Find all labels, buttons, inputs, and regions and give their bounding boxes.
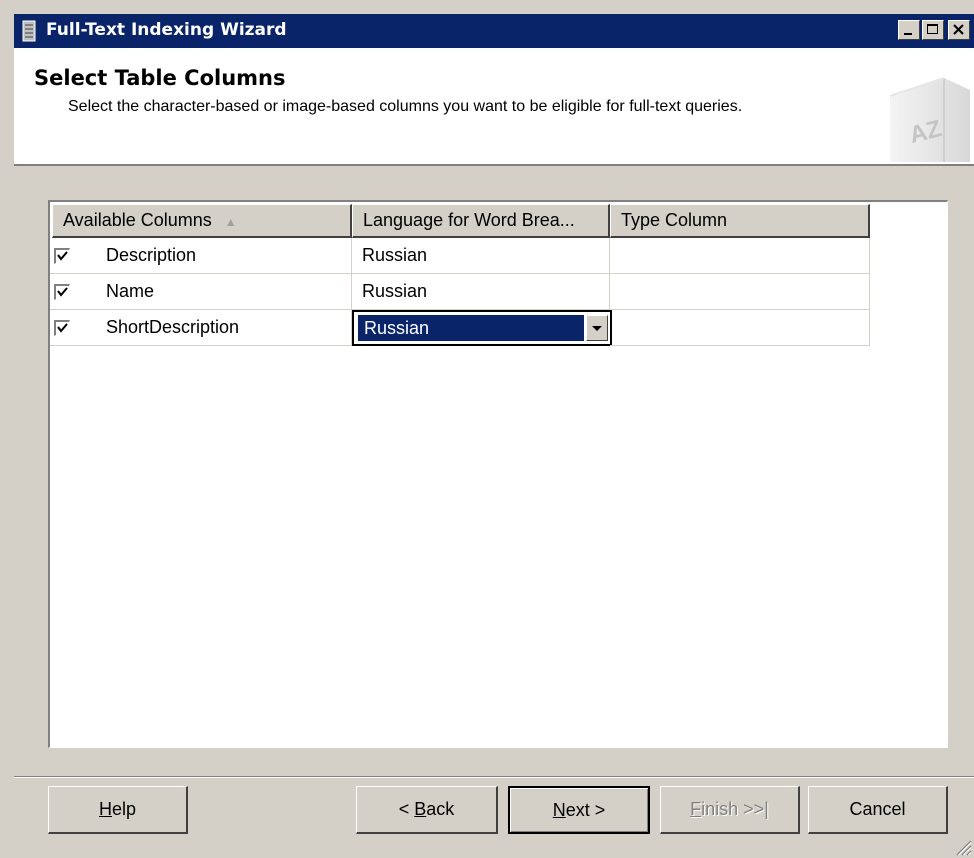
column-header-type-column[interactable]: Type Column bbox=[610, 204, 870, 238]
column-name: ShortDescription bbox=[106, 317, 240, 337]
table-row[interactable]: Description Russian bbox=[50, 238, 870, 274]
back-button-label: < Back bbox=[398, 799, 455, 819]
page-description: Select the character-based or image-base… bbox=[68, 98, 743, 115]
column-header-language[interactable]: Language for Word Brea... bbox=[352, 204, 610, 238]
checkmark-icon bbox=[57, 287, 68, 297]
maximize-button[interactable] bbox=[922, 20, 944, 40]
type-column-cell[interactable] bbox=[610, 238, 870, 274]
cancel-button[interactable]: Cancel bbox=[808, 786, 948, 834]
close-icon bbox=[953, 24, 964, 35]
az-book-icon: AZ bbox=[889, 77, 970, 162]
footer-divider bbox=[14, 776, 974, 778]
page-title: Select Table Columns bbox=[34, 66, 286, 90]
available-column-cell: Name bbox=[50, 274, 352, 310]
language-cell[interactable]: Russian bbox=[352, 274, 610, 310]
table-row[interactable]: Name Russian bbox=[50, 274, 870, 310]
checkmark-icon bbox=[57, 251, 68, 261]
next-button-label: Next > bbox=[552, 800, 606, 820]
finish-button[interactable]: Finish >>| bbox=[660, 786, 800, 834]
wizard-header: Select Table Columns Select the characte… bbox=[14, 48, 974, 166]
title-bar[interactable]: Full-Text Indexing Wizard bbox=[14, 14, 974, 48]
maximize-icon bbox=[927, 24, 938, 34]
help-button-label: Help bbox=[98, 799, 137, 819]
next-button[interactable]: Next > bbox=[508, 786, 650, 834]
dropdown-button[interactable] bbox=[586, 315, 608, 341]
table-row[interactable]: ShortDescription Russian bbox=[50, 310, 870, 346]
back-button[interactable]: < Back bbox=[356, 786, 498, 834]
column-checkbox[interactable] bbox=[54, 284, 70, 300]
column-name: Description bbox=[106, 245, 197, 265]
minimize-button[interactable] bbox=[898, 20, 920, 40]
column-name: Name bbox=[106, 281, 155, 301]
help-button[interactable]: Help bbox=[48, 786, 188, 834]
available-column-cell: Description bbox=[50, 238, 352, 274]
language-selected-value[interactable]: Russian bbox=[358, 315, 584, 341]
column-checkbox[interactable] bbox=[54, 248, 70, 264]
finish-button-label: Finish >>| bbox=[690, 799, 769, 819]
minimize-icon bbox=[904, 33, 912, 35]
resize-grip-icon[interactable] bbox=[950, 834, 972, 856]
column-checkbox[interactable] bbox=[54, 320, 70, 336]
available-column-cell: ShortDescription bbox=[50, 310, 352, 346]
language-dropdown[interactable]: Russian bbox=[352, 310, 612, 346]
chevron-down-icon bbox=[592, 326, 602, 331]
cancel-button-label: Cancel bbox=[849, 799, 906, 819]
type-column-cell[interactable] bbox=[610, 310, 870, 346]
checkmark-icon bbox=[57, 323, 68, 333]
wizard-window: Full-Text Indexing Wizard Select Table C… bbox=[0, 0, 974, 858]
column-header-available-columns[interactable]: Available Columns ▲ bbox=[52, 204, 352, 238]
columns-grid[interactable]: Available Columns ▲ Language for Word Br… bbox=[48, 200, 948, 748]
sort-ascending-icon: ▲ bbox=[224, 215, 237, 229]
window-title: Full-Text Indexing Wizard bbox=[46, 20, 287, 40]
app-icon bbox=[22, 20, 36, 42]
column-header-label: Available Columns bbox=[63, 210, 212, 230]
language-cell[interactable]: Russian bbox=[352, 238, 610, 274]
type-column-cell[interactable] bbox=[610, 274, 870, 310]
close-button[interactable] bbox=[948, 20, 970, 40]
